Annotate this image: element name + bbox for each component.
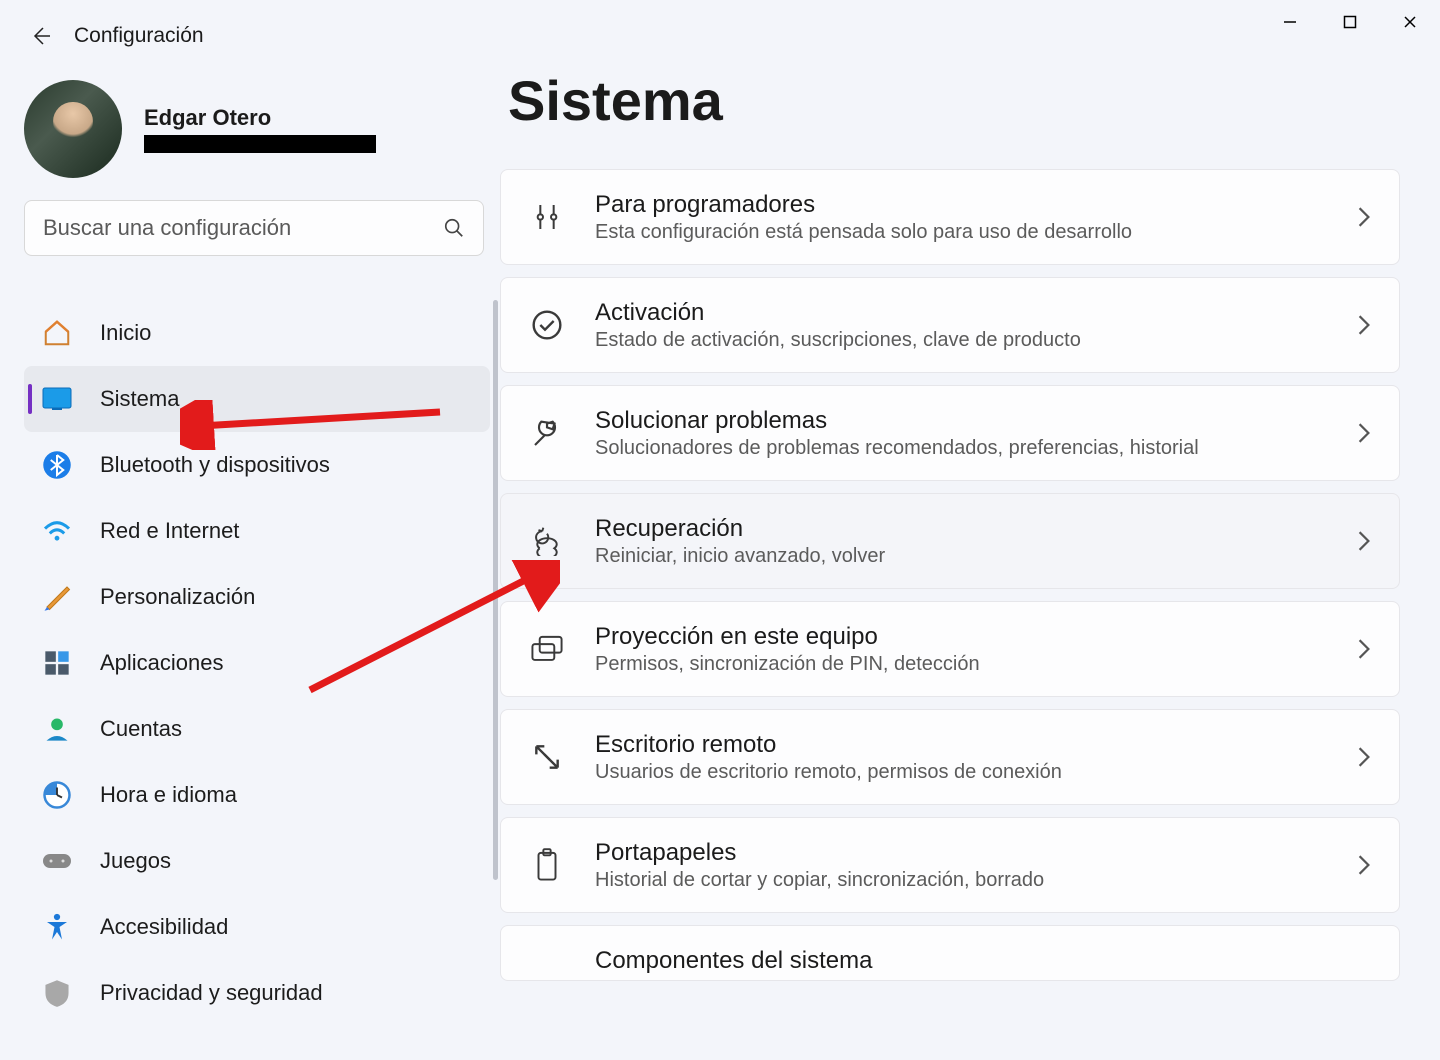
maximize-button[interactable] <box>1320 0 1380 44</box>
chevron-right-icon <box>1357 854 1371 876</box>
search-box[interactable] <box>24 200 484 256</box>
clipboard-icon <box>529 847 565 883</box>
chevron-right-icon <box>1357 530 1371 552</box>
chevron-right-icon <box>1357 746 1371 768</box>
card-subtitle: Historial de cortar y copiar, sincroniza… <box>595 869 1327 892</box>
games-icon <box>40 844 74 878</box>
sidebar-item-cuentas[interactable]: Cuentas <box>24 696 490 762</box>
card-title: Escritorio remoto <box>595 731 1327 759</box>
header: Configuración <box>0 0 1440 48</box>
sidebar-item-privacidad[interactable]: Privacidad y seguridad <box>24 960 490 1026</box>
sidebar-item-label: Sistema <box>100 386 179 412</box>
sidebar-item-bluetooth[interactable]: Bluetooth y dispositivos <box>24 432 490 498</box>
time-icon <box>40 778 74 812</box>
card-subtitle: Solucionadores de problemas recomendados… <box>595 437 1327 460</box>
profile-email-redacted <box>144 135 376 153</box>
chevron-right-icon <box>1357 314 1371 336</box>
card-subtitle: Estado de activación, suscripciones, cla… <box>595 329 1327 352</box>
nav-scrollbar[interactable] <box>493 300 498 880</box>
card-title: Proyección en este equipo <box>595 623 1327 651</box>
home-icon <box>40 316 74 350</box>
sidebar-item-label: Inicio <box>100 320 151 346</box>
card-projection[interactable]: Proyección en este equipo Permisos, sinc… <box>500 601 1400 697</box>
sidebar-item-label: Privacidad y seguridad <box>100 980 323 1006</box>
card-title: Para programadores <box>595 191 1327 219</box>
sidebar-item-label: Red e Internet <box>100 518 239 544</box>
search-icon <box>443 217 465 239</box>
card-title: Recuperación <box>595 515 1327 543</box>
close-button[interactable] <box>1380 0 1440 44</box>
app-title: Configuración <box>74 24 204 48</box>
sidebar-item-aplicaciones[interactable]: Aplicaciones <box>24 630 490 696</box>
wrench-icon <box>529 415 565 451</box>
sidebar-item-label: Juegos <box>100 848 171 874</box>
avatar <box>24 80 122 178</box>
system-icon <box>40 382 74 416</box>
sidebar-item-inicio[interactable]: Inicio <box>24 300 490 366</box>
profile-block[interactable]: Edgar Otero <box>24 80 490 178</box>
components-icon <box>529 944 565 980</box>
card-components[interactable]: Componentes del sistema <box>500 925 1400 981</box>
card-title: Componentes del sistema <box>595 947 1371 975</box>
apps-icon <box>40 646 74 680</box>
check-icon <box>529 307 565 343</box>
recovery-icon <box>529 523 565 559</box>
card-recovery[interactable]: Recuperación Reiniciar, inicio avanzado,… <box>500 493 1400 589</box>
accessibility-icon <box>40 910 74 944</box>
card-subtitle: Reiniciar, inicio avanzado, volver <box>595 545 1327 568</box>
card-clipboard[interactable]: Portapapeles Historial de cortar y copia… <box>500 817 1400 913</box>
sidebar-item-label: Accesibilidad <box>100 914 228 940</box>
window-controls <box>1260 0 1440 44</box>
nav: Inicio Sistema Bluetooth y dispositivos … <box>24 300 490 1026</box>
wifi-icon <box>40 514 74 548</box>
sidebar-item-juegos[interactable]: Juegos <box>24 828 490 894</box>
card-subtitle: Usuarios de escritorio remoto, permisos … <box>595 761 1327 784</box>
sidebar-item-personalizacion[interactable]: Personalización <box>24 564 490 630</box>
chevron-right-icon <box>1357 206 1371 228</box>
project-icon <box>529 631 565 667</box>
sidebar-item-label: Bluetooth y dispositivos <box>100 452 330 478</box>
page-title: Sistema <box>508 68 1400 133</box>
chevron-right-icon <box>1357 422 1371 444</box>
sidebar-item-label: Cuentas <box>100 716 182 742</box>
bluetooth-icon <box>40 448 74 482</box>
main-content: Sistema Para programadores Esta configur… <box>500 68 1440 1060</box>
sidebar-item-label: Personalización <box>100 584 255 610</box>
chevron-right-icon <box>1357 638 1371 660</box>
sidebar-item-red[interactable]: Red e Internet <box>24 498 490 564</box>
card-title: Activación <box>595 299 1327 327</box>
search-input[interactable] <box>43 215 443 241</box>
developer-icon <box>529 199 565 235</box>
card-remote[interactable]: Escritorio remoto Usuarios de escritorio… <box>500 709 1400 805</box>
card-title: Solucionar problemas <box>595 407 1327 435</box>
card-subtitle: Permisos, sincronización de PIN, detecci… <box>595 653 1327 676</box>
sidebar-item-sistema[interactable]: Sistema <box>24 366 490 432</box>
account-icon <box>40 712 74 746</box>
remote-icon <box>529 739 565 775</box>
brush-icon <box>40 580 74 614</box>
sidebar-item-hora[interactable]: Hora e idioma <box>24 762 490 828</box>
profile-name: Edgar Otero <box>144 105 376 131</box>
minimize-button[interactable] <box>1260 0 1320 44</box>
card-title: Portapapeles <box>595 839 1327 867</box>
card-developer[interactable]: Para programadores Esta configuración es… <box>500 169 1400 265</box>
card-activation[interactable]: Activación Estado de activación, suscrip… <box>500 277 1400 373</box>
privacy-icon <box>40 976 74 1010</box>
sidebar-item-label: Hora e idioma <box>100 782 237 808</box>
settings-cards: Para programadores Esta configuración es… <box>500 169 1400 981</box>
card-subtitle: Esta configuración está pensada solo par… <box>595 221 1327 244</box>
sidebar-item-label: Aplicaciones <box>100 650 224 676</box>
sidebar-item-accesibilidad[interactable]: Accesibilidad <box>24 894 490 960</box>
card-troubleshoot[interactable]: Solucionar problemas Solucionadores de p… <box>500 385 1400 481</box>
sidebar: Edgar Otero Inicio Sistema <box>0 68 500 1060</box>
back-button[interactable] <box>28 24 52 48</box>
